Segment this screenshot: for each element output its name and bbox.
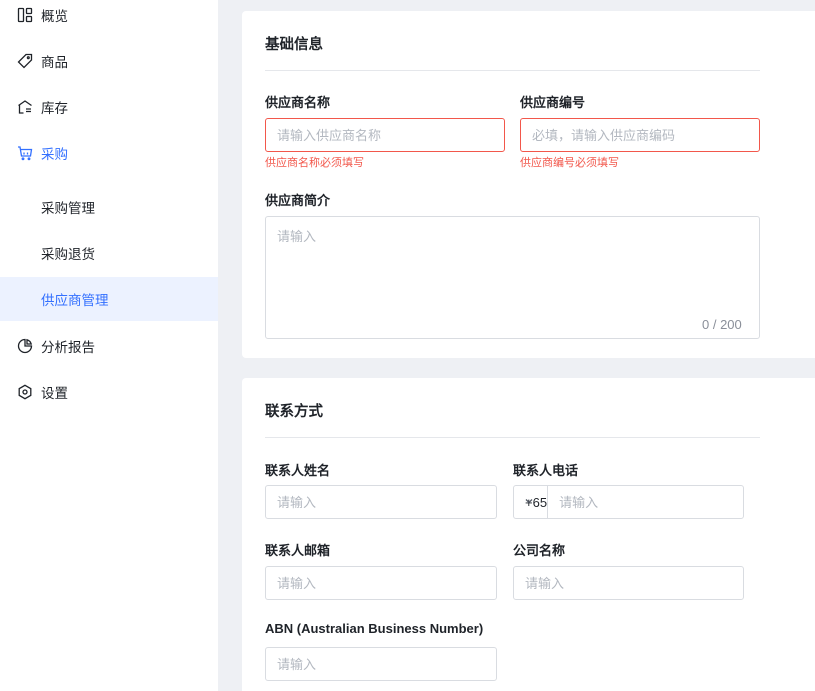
settings-icon xyxy=(16,383,34,401)
sidebar-item-label: 采购 xyxy=(41,147,68,162)
supplier-name-input[interactable] xyxy=(265,118,505,152)
sidebar-item-label: 设置 xyxy=(41,386,68,401)
sidebar-item-label: 库存 xyxy=(41,101,68,116)
sidebar-item-products[interactable]: 商品 xyxy=(0,39,218,83)
abn-input[interactable] xyxy=(265,647,497,681)
divider xyxy=(265,70,760,71)
contact-email-input[interactable] xyxy=(265,566,497,600)
chevron-down-icon xyxy=(523,495,535,507)
tag-icon xyxy=(16,52,34,70)
character-counter: 0 / 200 xyxy=(702,317,742,332)
sidebar-item-label: 分析报告 xyxy=(41,340,95,355)
divider xyxy=(265,437,760,438)
supplier-name-error: 供应商名称必须填写 xyxy=(265,157,364,169)
sidebar-item-label: 采购管理 xyxy=(41,201,95,216)
sidebar-item-purchase[interactable]: 采购 xyxy=(0,131,218,175)
section-title: 联系方式 xyxy=(265,404,323,420)
sidebar-item-purchase-management[interactable]: 采购管理 xyxy=(0,185,218,229)
supplier-code-error: 供应商编号必须填写 xyxy=(520,157,619,169)
contact-phone-group: +65 xyxy=(513,485,747,519)
pie-chart-icon xyxy=(16,337,34,355)
country-code-select[interactable]: +65 xyxy=(514,486,549,518)
sidebar-item-inventory[interactable]: 库存 xyxy=(0,85,218,129)
contact-name-input[interactable] xyxy=(265,485,497,519)
abn-label: ABN (Australian Business Number) xyxy=(265,621,484,636)
section-title: 基础信息 xyxy=(265,37,323,53)
sidebar-item-label: 供应商管理 xyxy=(41,293,109,308)
supplier-description-label: 供应商简介 xyxy=(265,193,331,208)
contact-phone-label: 联系人电话 xyxy=(513,463,579,478)
contact-name-label: 联系人姓名 xyxy=(265,463,331,478)
contact-info-card: 联系方式 联系人姓名 联系人电话 +65 联系人邮箱 公司名称 ABN (Aus… xyxy=(242,378,815,691)
sidebar-item-reports[interactable]: 分析报告 xyxy=(0,324,218,368)
sidebar-item-settings[interactable]: 设置 xyxy=(0,370,218,414)
sidebar-item-overview[interactable]: 概览 xyxy=(0,0,218,37)
sidebar: 概览 商品 库存 采购 采购管理 采购退货 供应商管理 分析报告 设置 xyxy=(0,0,218,691)
cart-icon xyxy=(16,144,34,162)
company-name-label: 公司名称 xyxy=(513,543,566,558)
dashboard-icon xyxy=(16,6,34,24)
basic-info-card: 基础信息 供应商名称 供应商名称必须填写 供应商编号 供应商编号必须填写 供应商… xyxy=(242,11,815,358)
supplier-name-label: 供应商名称 xyxy=(265,95,331,110)
sidebar-item-supplier-management[interactable]: 供应商管理 xyxy=(0,277,218,321)
sidebar-item-label: 概览 xyxy=(41,9,68,24)
sidebar-item-label: 采购退货 xyxy=(41,247,95,262)
contact-email-label: 联系人邮箱 xyxy=(265,543,331,558)
company-name-input[interactable] xyxy=(513,566,744,600)
supplier-code-label: 供应商编号 xyxy=(520,95,586,110)
sidebar-item-label: 商品 xyxy=(41,55,68,70)
supplier-description-textarea[interactable] xyxy=(265,216,760,339)
warehouse-icon xyxy=(16,98,34,116)
sidebar-item-purchase-returns[interactable]: 采购退货 xyxy=(0,231,218,275)
supplier-code-input[interactable] xyxy=(520,118,760,152)
contact-phone-input[interactable] xyxy=(548,486,747,518)
